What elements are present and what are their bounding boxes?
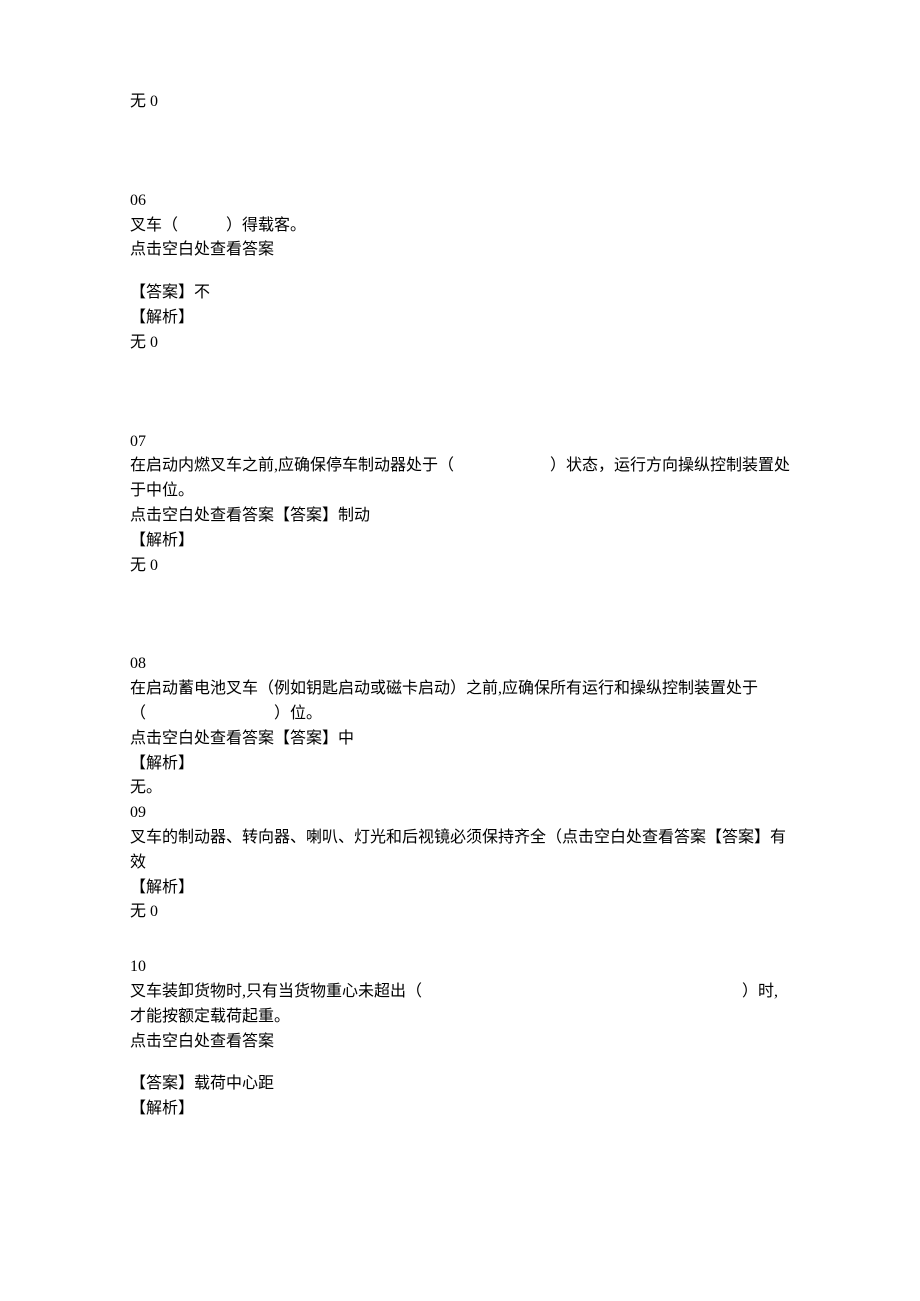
hint-answer-08[interactable]: 点击空白处查看答案【答案】中 xyxy=(130,727,790,752)
answer-10: 【答案】载荷中心距 xyxy=(130,1072,790,1097)
explain-label-09: 【解析】 xyxy=(130,876,790,901)
question-05-tail: 无 0 xyxy=(130,90,790,115)
explain-none-05: 无 0 xyxy=(130,90,790,115)
spacer xyxy=(130,1054,790,1072)
question-10: 10 叉车装卸货物时,只有当货物重心未超出（ ）时,才能按额定载荷起重。 点击空… xyxy=(130,955,790,1122)
explain-label-06: 【解析】 xyxy=(130,306,790,331)
question-08: 08 在启动蓄电池叉车（例如钥匙启动或磁卡启动）之前,应确保所有运行和操纵控制装… xyxy=(130,652,790,925)
answer-06: 【答案】不 xyxy=(130,281,790,306)
spacer xyxy=(130,263,790,281)
explain-none-09: 无 0 xyxy=(130,900,790,925)
question-text-07: 在启动内燃叉车之前,应确保停车制动器处于（ ）状态，运行方向操纵控制装置处于中位… xyxy=(130,454,790,504)
explain-none-07: 无 0 xyxy=(130,554,790,579)
question-number-06: 06 xyxy=(130,189,790,214)
hint-06[interactable]: 点击空白处查看答案 xyxy=(130,238,790,263)
question-06: 06 叉车（ ）得载客。 点击空白处查看答案 【答案】不 【解析】 无 0 xyxy=(130,189,790,356)
explain-label-10: 【解析】 xyxy=(130,1097,790,1122)
question-number-07: 07 xyxy=(130,430,790,455)
explain-label-08: 【解析】 xyxy=(130,752,790,777)
explain-label-07: 【解析】 xyxy=(130,529,790,554)
question-text-answer-09[interactable]: 叉车的制动器、转向器、喇叭、灯光和后视镜必须保持齐全（点击空白处查看答案【答案】… xyxy=(130,826,790,876)
explain-none-06: 无 0 xyxy=(130,331,790,356)
question-text-08: 在启动蓄电池叉车（例如钥匙启动或磁卡启动）之前,应确保所有运行和操纵控制装置处于… xyxy=(130,677,790,727)
explain-none-08: 无。 xyxy=(130,776,790,801)
question-number-10: 10 xyxy=(130,955,790,980)
question-text-10: 叉车装卸货物时,只有当货物重心未超出（ ）时,才能按额定载荷起重。 xyxy=(130,980,790,1030)
question-text-06: 叉车（ ）得载客。 xyxy=(130,214,790,239)
hint-10[interactable]: 点击空白处查看答案 xyxy=(130,1030,790,1055)
hint-answer-07[interactable]: 点击空白处查看答案【答案】制动 xyxy=(130,504,790,529)
question-number-08: 08 xyxy=(130,652,790,677)
question-number-09: 09 xyxy=(130,801,790,826)
question-07: 07 在启动内燃叉车之前,应确保停车制动器处于（ ）状态，运行方向操纵控制装置处… xyxy=(130,430,790,579)
